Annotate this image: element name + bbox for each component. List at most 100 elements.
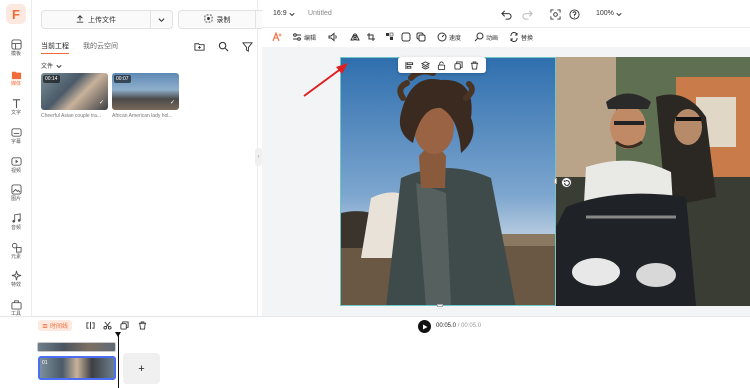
rail-item-label: 音频 xyxy=(10,225,21,231)
asset-thumbnail: 00:14 ✓ xyxy=(41,73,108,110)
screenshot-button[interactable] xyxy=(549,8,561,20)
rail-item-label: 图片 xyxy=(10,196,21,202)
cut-button[interactable] xyxy=(102,320,113,331)
video-frame-couple xyxy=(556,57,750,306)
play-icon xyxy=(422,324,427,329)
clip-couple-motorbike[interactable] xyxy=(556,57,750,306)
mask-button[interactable] xyxy=(416,32,426,42)
split-button[interactable] xyxy=(85,320,96,331)
delete-clip-button[interactable] xyxy=(137,320,148,331)
clip-floating-toolbar xyxy=(398,57,486,73)
panel-tools xyxy=(192,39,254,53)
asset-item[interactable]: 00:07 ✓ African American lady hol... xyxy=(112,73,179,119)
play-button[interactable] xyxy=(418,320,431,333)
filter-icon xyxy=(241,41,253,52)
check-icon: ✓ xyxy=(169,100,176,106)
top-bar: 16:9 Untitled 100% xyxy=(262,0,750,28)
duplicate-button[interactable] xyxy=(453,60,463,70)
rotate-handle[interactable] xyxy=(561,177,572,188)
timeline-clip-overlay[interactable] xyxy=(37,342,116,352)
media-icon xyxy=(10,68,22,80)
trash-icon xyxy=(471,60,479,70)
rail-item-video[interactable]: 视频 xyxy=(0,152,32,182)
animation-icon xyxy=(474,32,484,42)
scissors-icon xyxy=(103,321,112,330)
duplicate-clip-button[interactable] xyxy=(119,320,130,331)
align-button[interactable] xyxy=(404,60,414,70)
speed-button[interactable]: 速度 xyxy=(437,32,461,42)
volume-button[interactable] xyxy=(328,32,338,42)
ai-button[interactable] xyxy=(272,32,282,42)
rail-item-images[interactable]: 图片 xyxy=(0,180,32,210)
rail-item-label: 字幕 xyxy=(10,139,21,145)
resize-handle-right[interactable] xyxy=(554,178,557,184)
magic-remove-icon xyxy=(385,32,395,42)
delete-button[interactable] xyxy=(470,60,480,70)
subtitle-icon xyxy=(10,126,22,138)
upload-button[interactable]: 上传文件 xyxy=(42,11,150,28)
rail-item-audio[interactable]: 音频 xyxy=(0,209,32,239)
edit-button[interactable]: 编辑 xyxy=(292,32,316,42)
timeline-toggle[interactable]: 时间线 xyxy=(38,320,73,331)
rail-item-subtitles[interactable]: 字幕 xyxy=(0,123,32,153)
animation-button[interactable]: 动画 xyxy=(474,32,498,42)
crop-icon xyxy=(366,32,376,42)
undo-button[interactable] xyxy=(500,8,512,20)
flip-button[interactable] xyxy=(350,32,360,42)
annotation-arrow xyxy=(303,63,348,97)
border-button[interactable] xyxy=(401,32,411,42)
left-rail: F 模板 媒体 文字 字幕 视频 图片 音频 元素 特效 工具 xyxy=(0,0,32,317)
ai-icon xyxy=(272,32,282,42)
panel-collapse-handle[interactable]: ‹ xyxy=(255,148,262,166)
layer-button[interactable] xyxy=(421,60,431,70)
tab-cloud-space[interactable]: 我的云空间 xyxy=(83,41,118,54)
redo-icon xyxy=(521,9,533,20)
text-icon xyxy=(10,97,22,109)
rotate-icon xyxy=(563,179,570,186)
rail-item-media[interactable]: 媒体 xyxy=(0,65,32,95)
clip-index: 01 xyxy=(42,360,48,366)
asset-duration: 00:14 xyxy=(43,75,60,83)
rail-item-effects[interactable]: 特效 xyxy=(0,266,32,296)
new-folder-button[interactable] xyxy=(192,39,206,53)
folder-filter[interactable]: 文件 xyxy=(41,61,62,70)
asset-item[interactable]: 00:14 ✓ Cheerful Asian couple tra... xyxy=(41,73,108,119)
help-button[interactable] xyxy=(568,8,580,20)
timecode: 00:05.0 / 00:05.0 xyxy=(436,323,481,329)
playhead[interactable] xyxy=(118,333,119,388)
resize-handle-bottom[interactable] xyxy=(437,304,443,307)
toolbox-icon xyxy=(10,298,22,310)
background-removal-button[interactable] xyxy=(385,32,395,42)
folder-label: 文件 xyxy=(41,64,54,70)
layers-icon xyxy=(421,60,431,70)
project-title[interactable]: Untitled xyxy=(308,10,332,17)
speed-label: 速度 xyxy=(449,35,462,42)
redo-button[interactable] xyxy=(521,8,533,20)
rail-item-templates[interactable]: 模板 xyxy=(0,35,32,65)
add-clip-button[interactable]: + xyxy=(123,353,160,384)
selected-clip-woman[interactable] xyxy=(340,57,556,306)
rail-item-label: 媒体 xyxy=(10,81,21,87)
rail-item-label: 文字 xyxy=(10,110,21,116)
filter-button[interactable] xyxy=(240,39,254,53)
aspect-ratio-value: 16:9 xyxy=(273,10,287,17)
asset-name: Cheerful Asian couple tra... xyxy=(41,113,102,119)
crop-button[interactable] xyxy=(366,32,376,42)
tab-current-project[interactable]: 当前工程 xyxy=(41,41,69,54)
zoom-select[interactable]: 100% xyxy=(596,10,622,17)
copy-icon xyxy=(120,321,129,330)
split-icon xyxy=(86,321,95,330)
clip-edit-toolbar: 编辑 速度 动画 替换 xyxy=(262,28,750,47)
timeline-clip-main[interactable]: 01 xyxy=(38,356,116,380)
search-button[interactable] xyxy=(216,39,230,53)
record-button[interactable]: 录制 xyxy=(179,11,255,28)
speed-icon xyxy=(437,32,447,42)
replace-button[interactable]: 替换 xyxy=(509,32,533,42)
rail-item-text[interactable]: 文字 xyxy=(0,94,32,124)
aspect-ratio-select[interactable]: 16:9 xyxy=(273,10,295,17)
app-logo[interactable]: F xyxy=(6,4,26,24)
rail-item-elements[interactable]: 元素 xyxy=(0,238,32,268)
image-icon xyxy=(10,183,22,195)
upload-dropdown-button[interactable] xyxy=(150,11,172,28)
lock-button[interactable] xyxy=(437,60,447,70)
